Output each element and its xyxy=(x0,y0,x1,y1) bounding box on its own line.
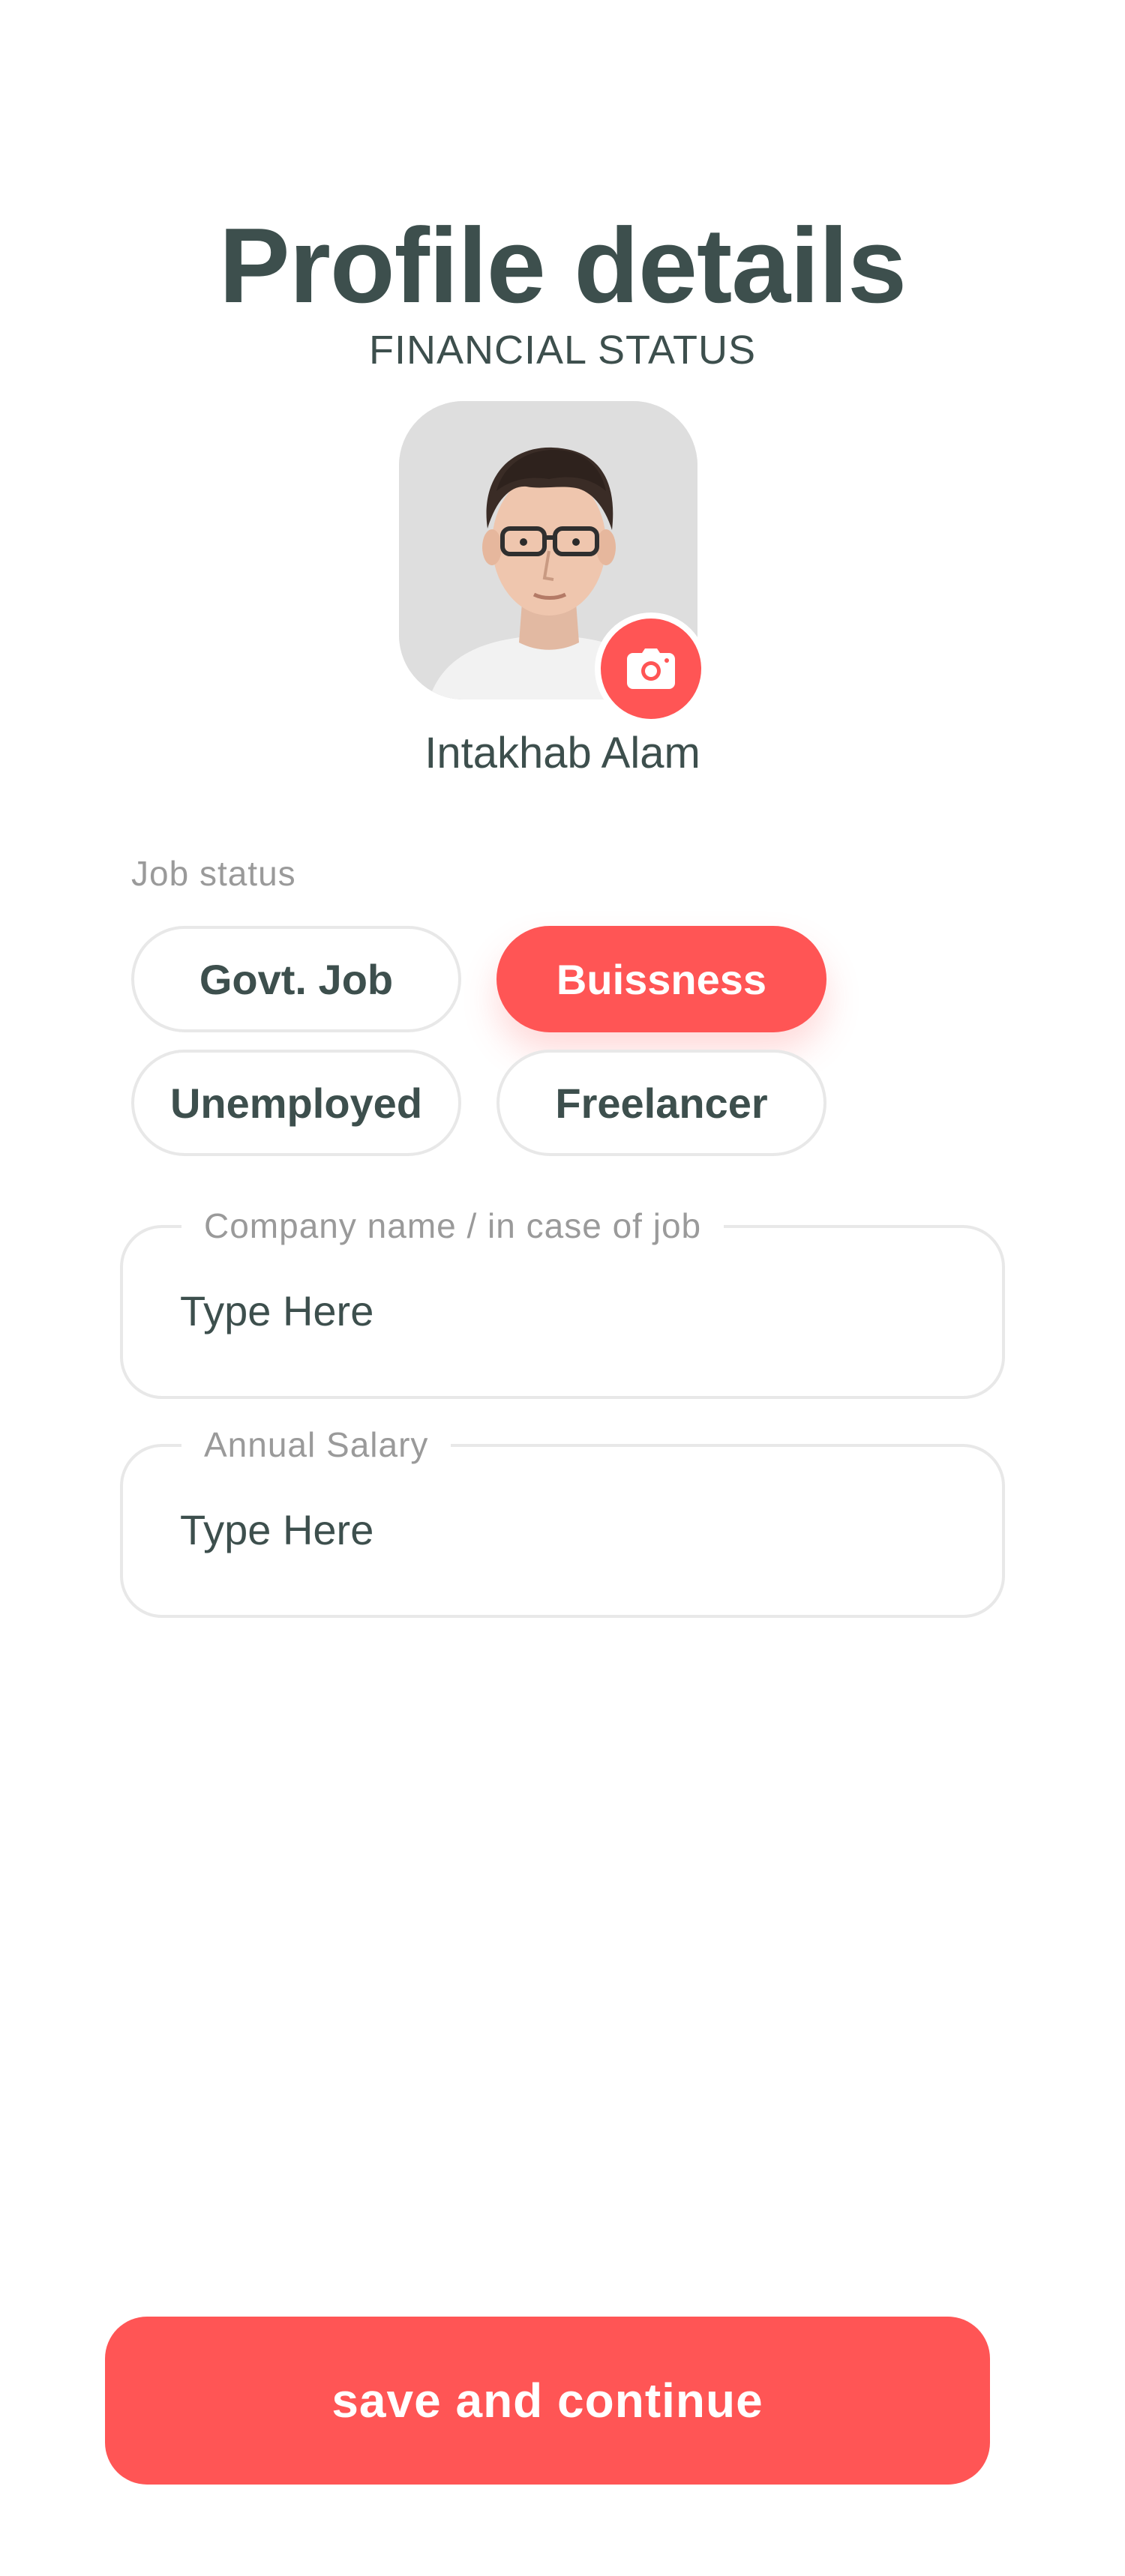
company-name-label: Company name / in case of job xyxy=(182,1201,724,1251)
user-name: Intakhab Alam xyxy=(424,729,700,777)
change-photo-button[interactable] xyxy=(595,613,707,725)
company-name-input[interactable] xyxy=(180,1273,945,1348)
job-status-option-business[interactable]: Buissness xyxy=(496,926,826,1032)
page-subtitle: FINANCIAL STATUS xyxy=(368,328,757,373)
job-status-label: Job status xyxy=(131,854,296,893)
avatar-container xyxy=(399,401,707,725)
save-and-continue-button[interactable]: save and continue xyxy=(105,2317,990,2485)
company-name-field: Company name / in case of job xyxy=(120,1201,1005,1399)
job-status-option-freelancer[interactable]: Freelancer xyxy=(496,1050,826,1156)
page-title: Profile details xyxy=(218,206,907,325)
camera-icon xyxy=(627,648,675,689)
annual-salary-label: Annual Salary xyxy=(182,1420,452,1469)
job-status-option-unemployed[interactable]: Unemployed xyxy=(131,1050,461,1156)
job-status-option-govt-job[interactable]: Govt. Job xyxy=(131,926,461,1032)
annual-salary-field: Annual Salary xyxy=(120,1420,1005,1618)
annual-salary-input[interactable] xyxy=(180,1492,945,1567)
